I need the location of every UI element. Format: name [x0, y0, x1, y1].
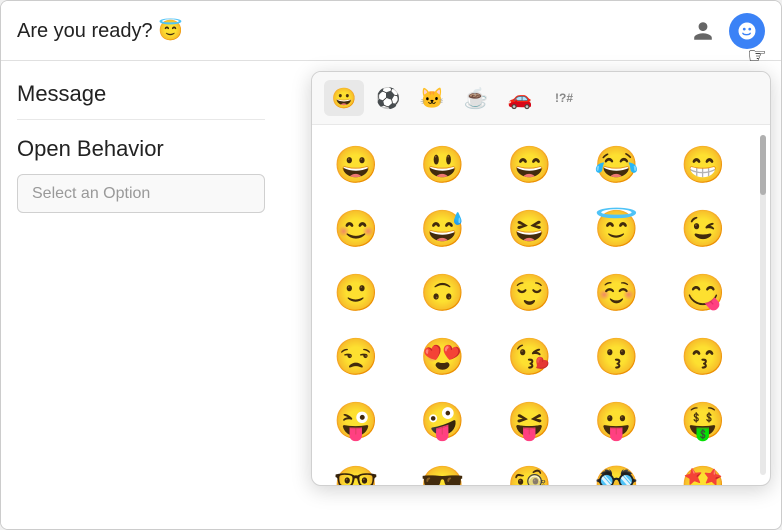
emoji-tabs: 😀 ⚽ 🐱 ☕ 🚗 !?#: [312, 72, 770, 125]
emoji-cell[interactable]: 😅: [413, 199, 473, 259]
emoji-cell[interactable]: 😃: [413, 135, 473, 195]
emoji-tab-travel[interactable]: 🚗: [500, 80, 540, 116]
emoji-cell[interactable]: 😘: [500, 327, 560, 387]
symbols-tab-label: !?#: [555, 91, 573, 105]
emoji-cell[interactable]: 🤑: [673, 391, 733, 451]
emoji-cell[interactable]: 🤪: [413, 391, 473, 451]
emoji-cell[interactable]: 😌: [500, 263, 560, 323]
emoji-cell[interactable]: 😜: [326, 391, 386, 451]
emoji-cell[interactable]: 🙂: [326, 263, 386, 323]
main-container: Are you ready? 😇 Message Open Behavior: [0, 0, 782, 530]
emoji-cell[interactable]: 😊: [326, 199, 386, 259]
emoji-cell[interactable]: 😄: [500, 135, 560, 195]
emoji-picker-panel: 😀 ⚽ 🐱 ☕ 🚗 !?# 😀 😃 😄 😂 😁 😊 😅 😆 😇 😉 🙂 🙃 😌 ☺️ 😋 😒 😍 😘 😗 😙 😜 🤪 😝 😛 🤑…: [311, 71, 771, 486]
emoji-cell[interactable]: 😍: [413, 327, 473, 387]
emoji-cell[interactable]: 😇: [586, 199, 646, 259]
emoji-tab-animals[interactable]: 🐱: [412, 80, 452, 116]
emoji-tab-sports[interactable]: ⚽: [368, 80, 408, 116]
emoji-cell[interactable]: 😝: [500, 391, 560, 451]
emoji-cell[interactable]: 😒: [326, 327, 386, 387]
emoji-grid: 😀 😃 😄 😂 😁 😊 😅 😆 😇 😉 🙂 🙃 😌 ☺️ 😋 😒 😍 😘 😗 😙 😜 🤪 😝 😛 🤑 🤓 😎 🧐 🥸 🤩: [312, 125, 770, 485]
emoji-cell[interactable]: 😋: [673, 263, 733, 323]
header-icons: [685, 13, 765, 49]
message-label: Message: [17, 81, 265, 120]
emoji-cell[interactable]: 😀: [326, 135, 386, 195]
open-behavior-label: Open Behavior: [17, 136, 265, 162]
emoji-cell[interactable]: 😆: [500, 199, 560, 259]
emoji-cell[interactable]: ☺️: [586, 263, 646, 323]
emoji-cell[interactable]: 🤓: [326, 455, 386, 485]
emoji-cell[interactable]: 😎: [413, 455, 473, 485]
emoji-icon-button[interactable]: [729, 13, 765, 49]
emoji-icon: [736, 20, 758, 42]
emoji-cell[interactable]: 🥸: [586, 455, 646, 485]
emoji-tab-symbols[interactable]: !?#: [544, 80, 584, 116]
emoji-cell[interactable]: 🧐: [500, 455, 560, 485]
emoji-tab-food[interactable]: ☕: [456, 80, 496, 116]
person-icon-button[interactable]: [685, 13, 721, 49]
emoji-tab-smiley[interactable]: 😀: [324, 80, 364, 116]
emoji-cell[interactable]: 😂: [586, 135, 646, 195]
scroll-thumb[interactable]: [760, 135, 766, 195]
left-panel: Message Open Behavior Select an Option: [1, 61, 281, 529]
emoji-cell[interactable]: 🤩: [673, 455, 733, 485]
header-bar: Are you ready? 😇: [1, 1, 781, 61]
emoji-cell[interactable]: 😗: [586, 327, 646, 387]
page-title: Are you ready? 😇: [17, 18, 183, 43]
select-option-dropdown[interactable]: Select an Option: [17, 174, 265, 213]
emoji-cell[interactable]: 😁: [673, 135, 733, 195]
emoji-cell[interactable]: 🙃: [413, 263, 473, 323]
emoji-cell[interactable]: 😛: [586, 391, 646, 451]
person-icon: [692, 20, 714, 42]
emoji-cell[interactable]: 😙: [673, 327, 733, 387]
scroll-track: [760, 135, 766, 475]
emoji-cell[interactable]: 😉: [673, 199, 733, 259]
emoji-grid-wrapper: 😀 😃 😄 😂 😁 😊 😅 😆 😇 😉 🙂 🙃 😌 ☺️ 😋 😒 😍 😘 😗 😙 😜 🤪 😝 😛 🤑 🤓 😎 🧐 🥸 🤩: [312, 125, 770, 485]
